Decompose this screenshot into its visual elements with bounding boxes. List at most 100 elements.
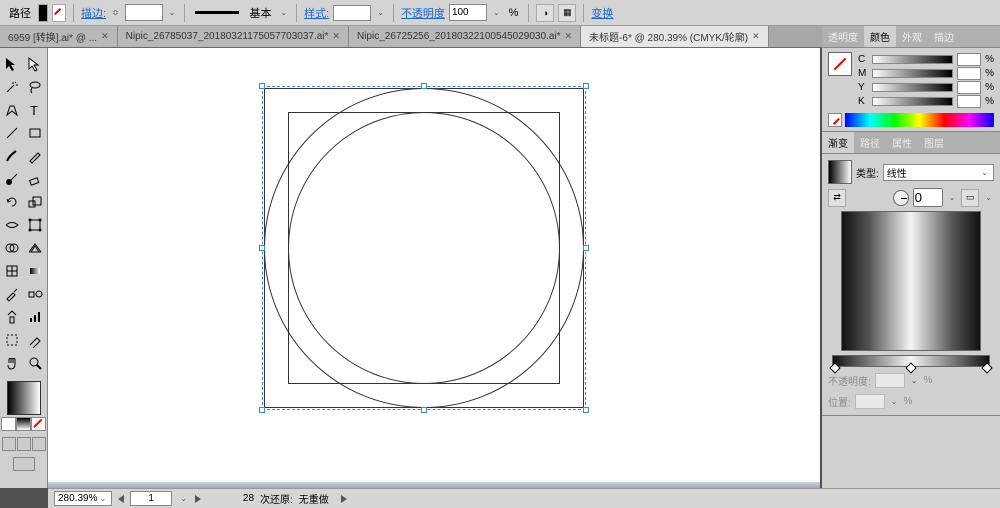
- handle-tc[interactable]: [421, 83, 427, 89]
- artboard-tool[interactable]: [1, 329, 23, 351]
- close-icon[interactable]: ✕: [101, 31, 109, 42]
- angle-field[interactable]: [913, 188, 943, 207]
- direct-selection-tool[interactable]: [24, 53, 46, 75]
- tab-color[interactable]: 颜色: [864, 26, 896, 47]
- close-icon[interactable]: ✕: [332, 31, 340, 42]
- tab-layers[interactable]: 图层: [918, 132, 950, 153]
- tab-pathfinder[interactable]: 路径: [854, 132, 886, 153]
- slice-tool[interactable]: [24, 329, 46, 351]
- blend-tool[interactable]: [24, 283, 46, 305]
- transform-link[interactable]: 变换: [591, 5, 613, 21]
- fill-stroke-swatch[interactable]: [7, 381, 41, 415]
- close-icon[interactable]: ✕: [752, 31, 760, 42]
- handle-tr[interactable]: [583, 83, 589, 89]
- draw-inside-icon[interactable]: [32, 437, 46, 451]
- tab-stroke[interactable]: 描边: [928, 26, 960, 47]
- gradient-stop[interactable]: [829, 362, 840, 373]
- angle-dial[interactable]: [893, 190, 909, 206]
- lasso-tool[interactable]: [24, 76, 46, 98]
- screen-mode-icon[interactable]: [13, 457, 35, 471]
- width-tool[interactable]: [1, 214, 23, 236]
- rectangle-tool[interactable]: [24, 122, 46, 144]
- perspective-grid-tool[interactable]: [24, 237, 46, 259]
- stroke-stepper[interactable]: ≎: [110, 8, 121, 17]
- selected-artwork[interactable]: [264, 88, 584, 408]
- rotate-tool[interactable]: [1, 191, 23, 213]
- none-color-icon[interactable]: [828, 113, 842, 127]
- style-link[interactable]: 样式:: [304, 5, 329, 21]
- selection-tool[interactable]: [1, 53, 23, 75]
- scale-tool[interactable]: [24, 191, 46, 213]
- prev-artboard-icon[interactable]: [118, 495, 124, 503]
- style-swatch[interactable]: [333, 5, 371, 21]
- close-icon[interactable]: ✕: [565, 31, 573, 42]
- canvas[interactable]: [48, 48, 820, 488]
- opacity-field[interactable]: [449, 4, 487, 21]
- stroke-swatch-ico[interactable]: [52, 4, 66, 22]
- zoom-field[interactable]: 280.39% ⌄: [54, 491, 112, 506]
- opacity-link[interactable]: 不透明度: [401, 5, 445, 21]
- gradient-stop[interactable]: [981, 362, 992, 373]
- doc-tab-1[interactable]: Nipic_26785037_20180321175057703037.ai* …: [118, 26, 349, 47]
- magic-wand-tool[interactable]: [1, 76, 23, 98]
- spectrum-ramp[interactable]: [845, 113, 994, 127]
- draw-normal-icon[interactable]: [2, 437, 16, 451]
- style-dd[interactable]: ⌄: [375, 8, 386, 17]
- doc-tab-0[interactable]: 6959 [转换].ai* @ ...✕: [0, 26, 118, 47]
- handle-bl[interactable]: [259, 407, 265, 413]
- status-more-icon[interactable]: [341, 495, 347, 503]
- color-mode-icon[interactable]: [1, 417, 16, 431]
- recolor-icon[interactable]: ◑: [536, 4, 554, 22]
- y-slider[interactable]: [872, 83, 953, 92]
- eraser-tool[interactable]: [24, 168, 46, 190]
- free-transform-tool[interactable]: [24, 214, 46, 236]
- gradient-mode-icon[interactable]: [16, 417, 31, 431]
- stroke-link[interactable]: 描边:: [81, 5, 106, 21]
- handle-tl[interactable]: [259, 83, 265, 89]
- artboard-field[interactable]: 1: [130, 491, 172, 506]
- k-value[interactable]: [957, 95, 981, 108]
- draw-behind-icon[interactable]: [17, 437, 31, 451]
- tab-attributes[interactable]: 属性: [886, 132, 918, 153]
- shape-builder-tool[interactable]: [1, 237, 23, 259]
- fill-proxy-swatch[interactable]: [828, 52, 852, 76]
- handle-br[interactable]: [583, 407, 589, 413]
- symbol-sprayer-tool[interactable]: [1, 306, 23, 328]
- k-slider[interactable]: [872, 97, 953, 106]
- eyedropper-tool[interactable]: [1, 283, 23, 305]
- gradient-stop[interactable]: [905, 362, 916, 373]
- mesh-tool[interactable]: [1, 260, 23, 282]
- blob-brush-tool[interactable]: [1, 168, 23, 190]
- paintbrush-tool[interactable]: [1, 145, 23, 167]
- next-artboard-icon[interactable]: [195, 495, 201, 503]
- c-slider[interactable]: [872, 55, 953, 64]
- m-slider[interactable]: [872, 69, 953, 78]
- fill-swatch-ico[interactable]: [38, 4, 48, 22]
- gradient-ramp[interactable]: [832, 355, 990, 367]
- opacity-dd[interactable]: ⌄: [491, 8, 502, 17]
- gradient-type-select[interactable]: 线性⌄: [883, 164, 994, 181]
- pen-tool[interactable]: [1, 99, 23, 121]
- hand-tool[interactable]: [1, 352, 23, 374]
- graph-tool[interactable]: [24, 306, 46, 328]
- doc-tab-2[interactable]: Nipic_26725256_20180322100545029030.ai* …: [349, 26, 581, 47]
- line-tool[interactable]: [1, 122, 23, 144]
- c-value[interactable]: [957, 53, 981, 66]
- type-tool[interactable]: T: [24, 99, 46, 121]
- aspect-ratio-icon[interactable]: ▭: [961, 189, 979, 207]
- reverse-gradient-icon[interactable]: ⇄: [828, 189, 846, 207]
- y-value[interactable]: [957, 81, 981, 94]
- stroke-width-field[interactable]: [125, 4, 163, 21]
- ar-dd[interactable]: ⌄: [983, 193, 994, 202]
- align-icon[interactable]: ▦: [558, 4, 576, 22]
- artboard-dd[interactable]: ⌄: [178, 494, 189, 503]
- gradient-tool[interactable]: [24, 260, 46, 282]
- scrollbar-horizontal[interactable]: [48, 482, 820, 488]
- inner-circle-path[interactable]: [288, 112, 560, 384]
- pencil-tool[interactable]: [24, 145, 46, 167]
- stroke-dd[interactable]: ⌄: [167, 8, 178, 17]
- m-value[interactable]: [957, 67, 981, 80]
- tab-gradient[interactable]: 渐变: [822, 132, 854, 153]
- brush-dd[interactable]: ⌄: [278, 8, 289, 17]
- angle-dd[interactable]: ⌄: [947, 193, 958, 202]
